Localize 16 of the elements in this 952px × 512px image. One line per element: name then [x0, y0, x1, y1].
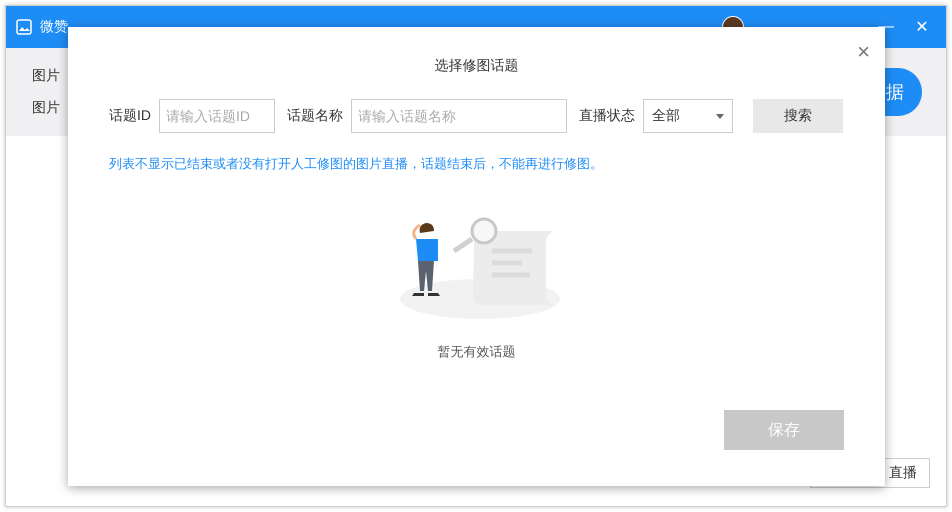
- input-field[interactable]: 请输入话题名称: [351, 99, 567, 133]
- input-field[interactable]: 请输入话题ID: [159, 99, 275, 133]
- empty-text: 暂无有效话题: [438, 343, 516, 361]
- filter-label: 直播状态: [579, 107, 635, 125]
- menu-item[interactable]: 图片: [32, 67, 60, 85]
- notice-text: 列表不显示已结束或者没有打开人工修图的图片直播，话题结束后，不能再进行修图。: [109, 155, 604, 173]
- image-icon: [16, 19, 32, 35]
- window-title: 微赞: [40, 18, 68, 36]
- filter-label: 话题名称: [287, 107, 343, 125]
- dialog-title: 选择修图话题: [434, 57, 518, 75]
- menu-item[interactable]: 图片: [32, 99, 60, 117]
- close-button[interactable]: ×: [857, 41, 870, 63]
- search-button[interactable]: 搜索: [753, 99, 843, 133]
- status-dropdown[interactable]: 全部: [643, 99, 733, 133]
- caret-icon: [716, 114, 724, 118]
- filter-label: 话题ID: [109, 107, 151, 125]
